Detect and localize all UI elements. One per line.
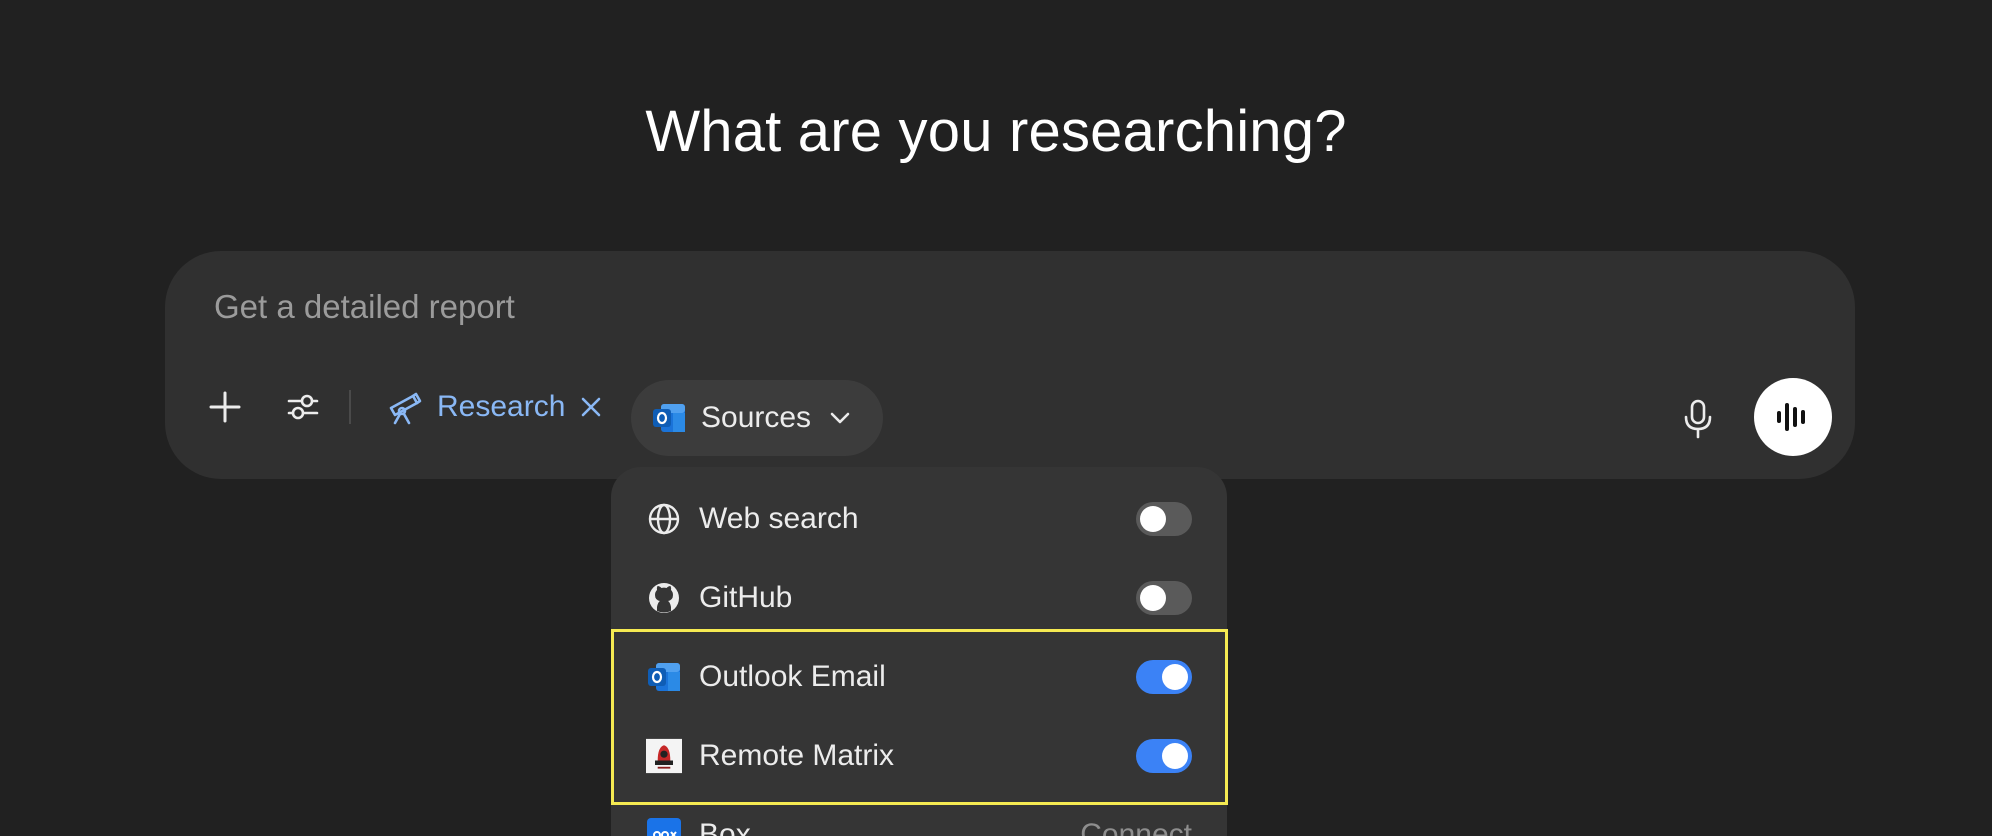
source-item-outlook-email[interactable]: Outlook Email xyxy=(611,637,1227,716)
source-label: Outlook Email xyxy=(699,659,886,693)
outlook-email-toggle[interactable] xyxy=(1136,659,1192,694)
tools-button[interactable] xyxy=(278,382,328,432)
box-connect-link[interactable]: Connect xyxy=(1080,818,1192,836)
source-label: Box xyxy=(699,817,751,836)
chevron-down-icon xyxy=(827,405,853,431)
outlook-icon xyxy=(646,659,682,695)
source-label: Web search xyxy=(699,501,859,535)
source-item-web-search[interactable]: Web search xyxy=(611,479,1227,558)
voice-waveform-icon xyxy=(1777,403,1805,431)
add-attachment-button[interactable] xyxy=(200,382,250,432)
composer: Research Sources xyxy=(165,251,1855,479)
research-chip-label: Research xyxy=(437,390,566,423)
close-icon[interactable] xyxy=(579,395,603,419)
source-item-remote-matrix[interactable]: Remote Matrix xyxy=(611,716,1227,795)
github-icon xyxy=(646,580,682,616)
telescope-icon xyxy=(385,388,423,426)
github-toggle[interactable] xyxy=(1136,580,1192,615)
outlook-icon xyxy=(651,400,687,436)
remote-matrix-toggle[interactable] xyxy=(1136,738,1192,773)
research-chip[interactable]: Research xyxy=(385,381,603,433)
source-label: Remote Matrix xyxy=(699,738,895,772)
source-label: GitHub xyxy=(699,580,793,614)
prompt-input[interactable] xyxy=(212,281,1416,333)
web-search-toggle[interactable] xyxy=(1136,501,1192,536)
box-icon xyxy=(646,817,682,836)
page-title: What are you researching? xyxy=(645,99,1347,164)
sources-label: Sources xyxy=(701,401,812,434)
research-page: What are you researching? Get a detailed… xyxy=(0,0,1992,836)
voice-mode-button[interactable] xyxy=(1754,378,1832,456)
source-item-box[interactable]: Box Connect xyxy=(611,795,1227,836)
dictate-button[interactable] xyxy=(1675,396,1721,442)
microphone-icon xyxy=(1684,399,1712,439)
source-item-github[interactable]: GitHub xyxy=(611,558,1227,637)
toolbar-divider xyxy=(349,390,351,424)
remote-matrix-icon xyxy=(646,738,682,774)
sources-dropdown: Web search GitHub Outlook Email Remote M… xyxy=(611,467,1227,836)
plus-icon xyxy=(209,391,241,423)
globe-icon xyxy=(646,501,682,537)
sliders-icon xyxy=(287,394,319,420)
sources-button[interactable]: Sources xyxy=(631,380,883,456)
